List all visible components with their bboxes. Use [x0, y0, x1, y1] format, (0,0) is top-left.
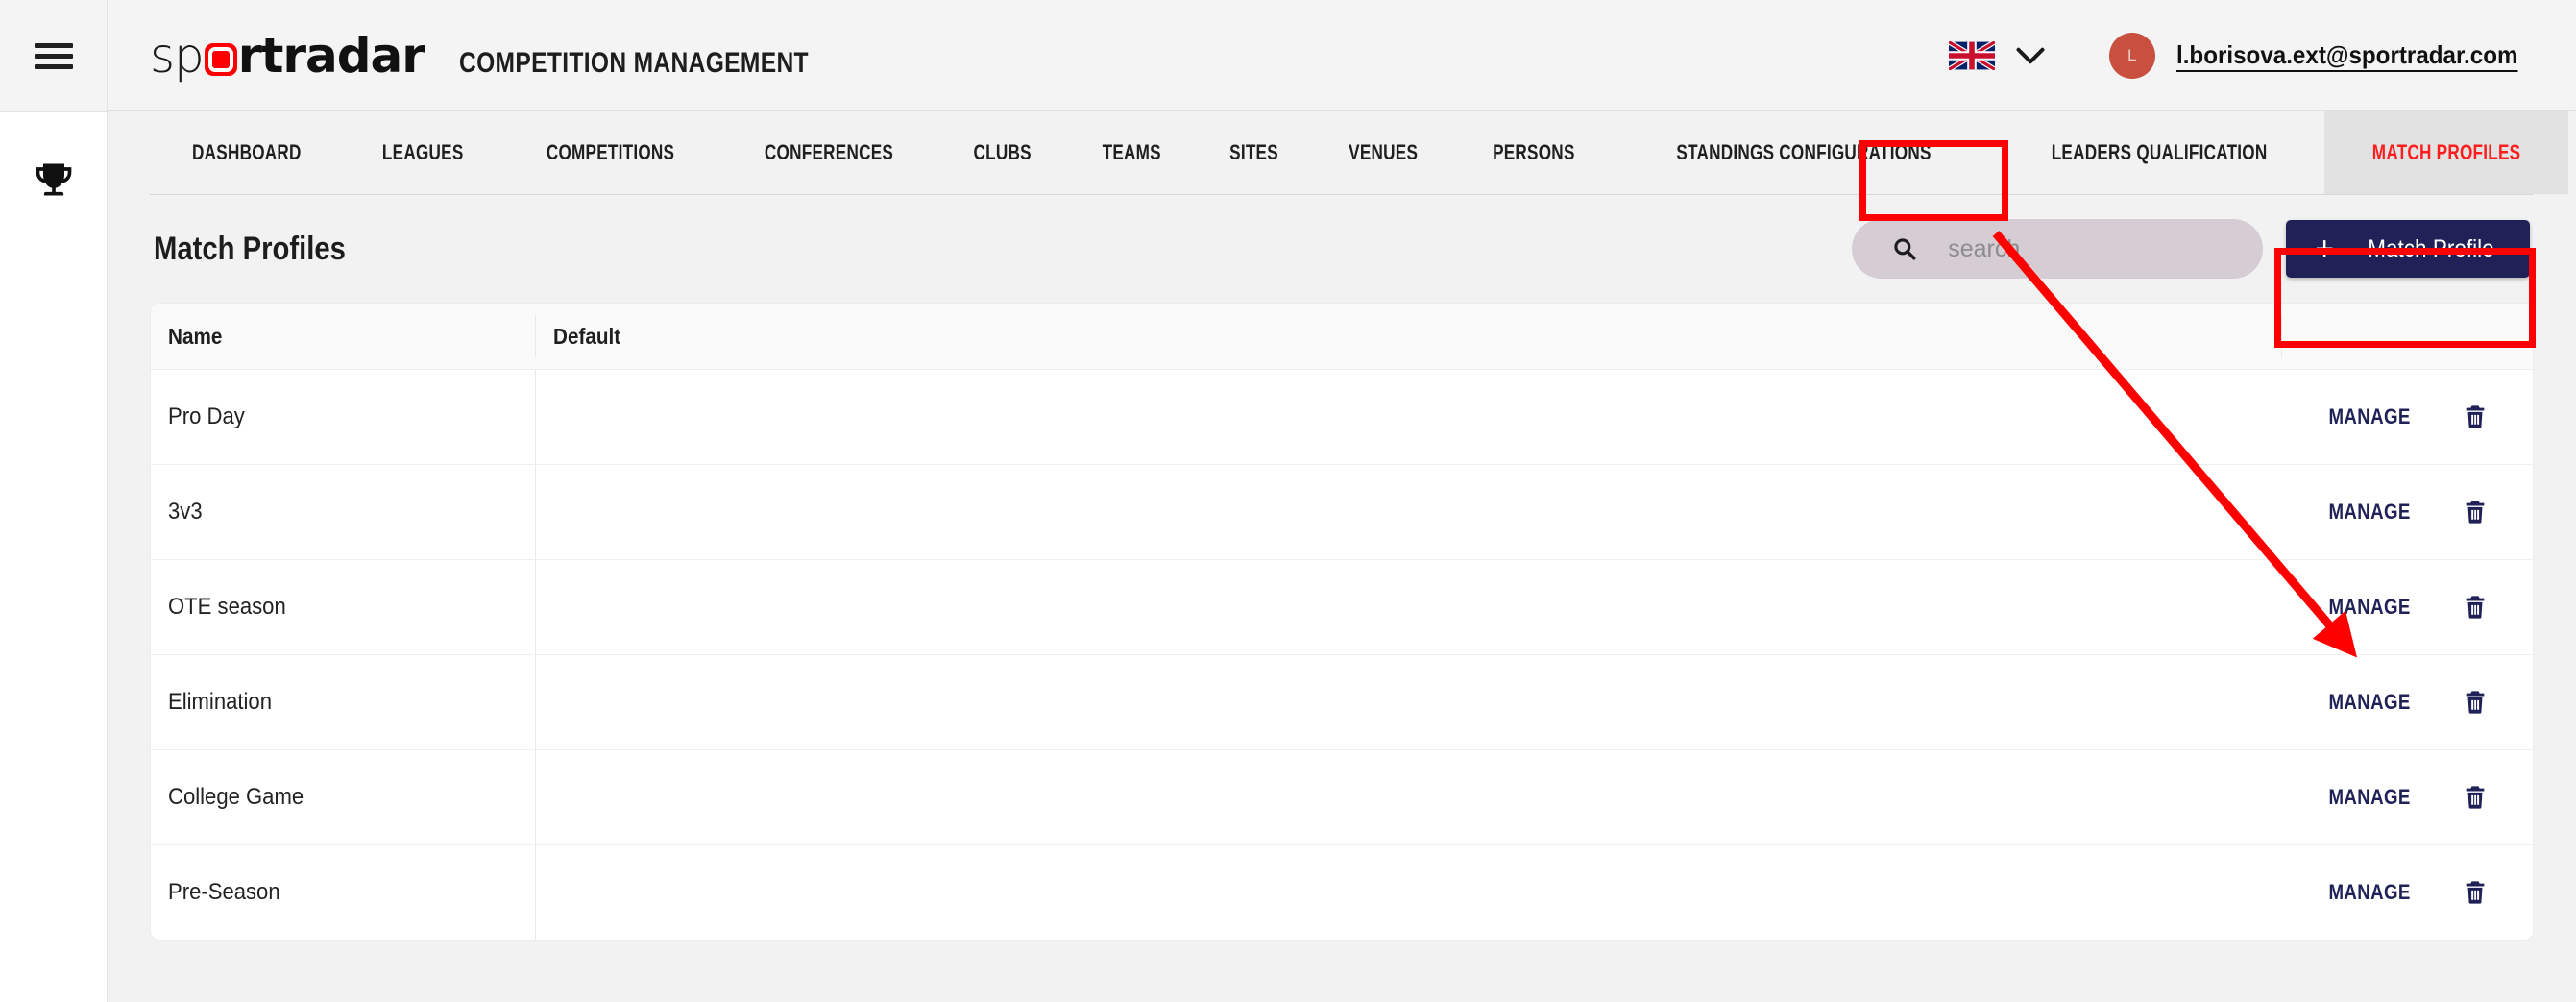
tab-match-profiles[interactable]: MATCH PROFILES	[2324, 111, 2569, 194]
tab-label: LEAGUES	[381, 140, 464, 164]
top-bar-right: L l.borisova.ext@sportradar.com	[1948, 19, 2543, 91]
section-head: Match Profiles + Match Profile	[150, 195, 2534, 303]
cell-default	[535, 370, 2281, 464]
cell-name: Pro Day	[168, 403, 245, 429]
tab-teams[interactable]: TEAMS	[1067, 111, 1197, 194]
sportradar-logo[interactable]: sp rtradar	[150, 32, 425, 80]
main-area: sp rtradar COMPETITION MANAGEMENT L l.bo…	[108, 0, 2576, 1002]
search-input[interactable]	[1946, 233, 2224, 264]
cell-name: 3v3	[168, 499, 203, 525]
search-icon	[1894, 238, 1916, 260]
column-header-default: Default	[535, 315, 2281, 357]
sidebar-item-competitions[interactable]	[0, 159, 107, 201]
match-profiles-table: Name Default Pro Day MANAGE 3v3 MANAGE O…	[150, 303, 2534, 941]
tab-standings-configurations[interactable]: STANDINGS CONFIGURATIONS	[1614, 111, 1994, 194]
logo-text-light: sp	[150, 27, 205, 84]
add-match-profile-button[interactable]: + Match Profile	[2286, 220, 2530, 278]
tab-leagues[interactable]: LEAGUES	[344, 111, 501, 194]
tab-label: CONFERENCES	[765, 140, 894, 164]
manage-button[interactable]: MANAGE	[2321, 690, 2418, 715]
top-bar: sp rtradar COMPETITION MANAGEMENT L l.bo…	[108, 0, 2576, 111]
trash-icon[interactable]	[2462, 403, 2489, 430]
add-match-profile-label: Match Profile	[2368, 234, 2494, 262]
tab-sites[interactable]: SITES	[1196, 111, 1312, 194]
hamburger-icon[interactable]	[34, 42, 73, 69]
cell-name: OTE season	[168, 594, 286, 620]
logo-dot-icon	[204, 42, 237, 76]
cell-default	[535, 465, 2281, 559]
app-root: sp rtradar COMPETITION MANAGEMENT L l.bo…	[0, 0, 2576, 1002]
user-menu[interactable]: L l.borisova.ext@sportradar.com	[2078, 32, 2543, 79]
tab-label: MATCH PROFILES	[2372, 140, 2521, 164]
cell-name: Elimination	[168, 689, 272, 715]
uk-flag-icon	[1948, 40, 1995, 70]
column-header-name: Name	[168, 323, 223, 349]
table-row[interactable]: Elimination MANAGE	[151, 655, 2533, 750]
tab-label: SITES	[1229, 140, 1278, 164]
tab-label: DASHBOARD	[192, 140, 302, 164]
cell-default	[535, 560, 2281, 654]
cell-actions: MANAGE	[2281, 465, 2533, 559]
table-row[interactable]: College Game MANAGE	[151, 750, 2533, 845]
tab-label: LEADERS QUALIFICATION	[2051, 140, 2268, 164]
cell-actions: MANAGE	[2281, 560, 2533, 654]
app-title: COMPETITION MANAGEMENT	[458, 46, 809, 79]
tab-label: CLUBS	[973, 140, 1032, 164]
table-row[interactable]: 3v3 MANAGE	[151, 465, 2533, 560]
cell-actions: MANAGE	[2281, 655, 2533, 749]
user-email[interactable]: l.borisova.ext@sportradar.com	[2176, 40, 2518, 70]
left-rail	[0, 0, 108, 1002]
manage-button[interactable]: MANAGE	[2321, 404, 2418, 429]
trash-icon[interactable]	[2462, 784, 2489, 811]
table-header-row: Name Default	[151, 304, 2533, 370]
chevron-down-icon	[2016, 47, 2045, 63]
tab-dashboard[interactable]: DASHBOARD	[150, 111, 344, 194]
cell-name: Pre-Season	[168, 879, 280, 905]
tab-label: STANDINGS CONFIGURATIONS	[1676, 140, 1932, 164]
search-box[interactable]	[1852, 219, 2264, 279]
manage-button[interactable]: MANAGE	[2321, 785, 2418, 810]
trash-icon[interactable]	[2462, 879, 2489, 906]
column-header-actions	[2281, 315, 2533, 357]
manage-button[interactable]: MANAGE	[2321, 880, 2418, 905]
tab-label: COMPETITIONS	[546, 140, 675, 164]
section-actions: + Match Profile	[1852, 219, 2530, 279]
cell-actions: MANAGE	[2281, 750, 2533, 844]
language-selector[interactable]	[1948, 40, 2078, 70]
tab-bar: DASHBOARD LEAGUES COMPETITIONS CONFERENC…	[150, 111, 2569, 195]
menu-toggle[interactable]	[0, 0, 107, 112]
manage-button[interactable]: MANAGE	[2321, 500, 2418, 525]
trophy-icon	[36, 163, 71, 196]
cell-name: College Game	[168, 784, 304, 810]
tab-label: VENUES	[1349, 140, 1419, 164]
table-row[interactable]: Pre-Season MANAGE	[151, 845, 2533, 940]
tab-persons[interactable]: PERSONS	[1454, 111, 1614, 194]
cell-actions: MANAGE	[2281, 845, 2533, 940]
manage-button[interactable]: MANAGE	[2321, 595, 2418, 620]
cell-default	[535, 655, 2281, 749]
tab-competitions[interactable]: COMPETITIONS	[501, 111, 719, 194]
trash-icon[interactable]	[2462, 689, 2489, 716]
trash-icon[interactable]	[2462, 499, 2489, 525]
table-row[interactable]: OTE season MANAGE	[151, 560, 2533, 655]
brand: sp rtradar COMPETITION MANAGEMENT	[150, 32, 886, 80]
scroll-container: Configurations Go back DASHBOARD LEAGUES…	[108, 111, 2576, 1002]
cell-default	[535, 845, 2281, 940]
logo-text-bold: rtradar	[237, 27, 425, 84]
tab-leaders-qualification[interactable]: LEADERS QUALIFICATION	[1994, 111, 2324, 194]
tab-label: PERSONS	[1493, 140, 1575, 164]
plus-icon: +	[2315, 231, 2335, 267]
tab-conferences[interactable]: CONFERENCES	[719, 111, 938, 194]
page-body: Configurations Go back DASHBOARD LEAGUES…	[108, 111, 2576, 1002]
tab-label: TEAMS	[1102, 140, 1161, 164]
section-title: Match Profiles	[154, 230, 346, 267]
trash-icon[interactable]	[2462, 594, 2489, 621]
avatar[interactable]: L	[2108, 32, 2155, 79]
tab-clubs[interactable]: CLUBS	[938, 111, 1066, 194]
cell-actions: MANAGE	[2281, 370, 2533, 464]
cell-default	[535, 750, 2281, 844]
tab-venues[interactable]: VENUES	[1312, 111, 1454, 194]
table-row[interactable]: Pro Day MANAGE	[151, 370, 2533, 465]
